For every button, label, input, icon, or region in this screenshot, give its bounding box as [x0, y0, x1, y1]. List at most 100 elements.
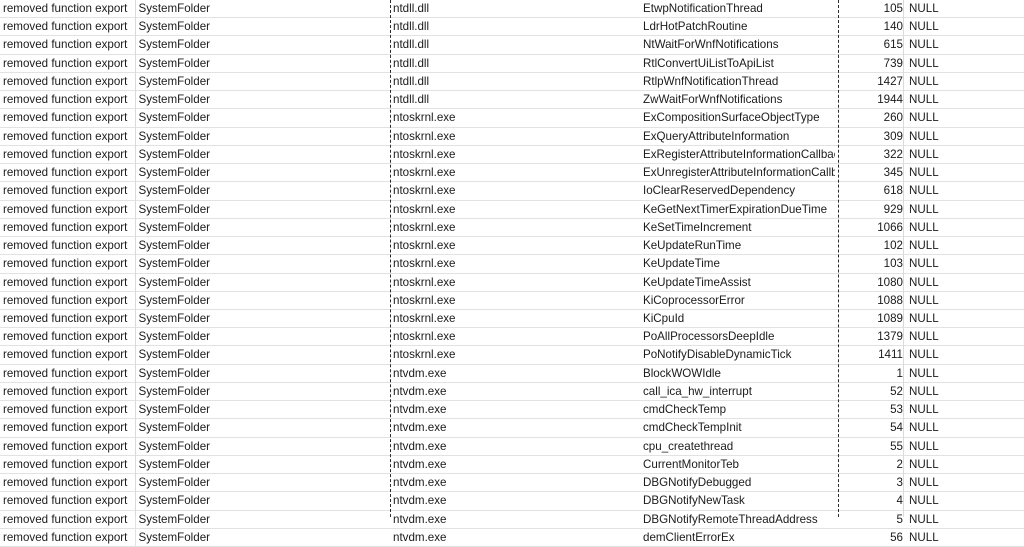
- cell-folder[interactable]: SystemFolder: [135, 327, 390, 347]
- cell-function[interactable]: PoNotifyDisableDynamicTick: [640, 345, 838, 365]
- cell-action[interactable]: removed function export: [0, 163, 136, 183]
- cell-function[interactable]: KeGetNextTimerExpirationDueTime: [640, 200, 838, 219]
- table-row[interactable]: removed function export SystemFolder ntosk…: [0, 273, 1024, 292]
- cell-function[interactable]: RtlConvertUiListToApiList: [640, 54, 838, 73]
- cell-module[interactable]: ntvdm.exe: [390, 528, 640, 547]
- table-row[interactable]: removed function export SystemFolder ntvdm…: [0, 455, 1024, 475]
- cell-action[interactable]: removed function export: [0, 0, 136, 19]
- cell-action[interactable]: removed function export: [0, 218, 136, 238]
- cell-function[interactable]: cpu_createthread: [640, 437, 838, 456]
- cell-module[interactable]: ntoskrnl.exe: [390, 327, 640, 347]
- table-row[interactable]: removed function export SystemFolder ntdll…: [0, 90, 1024, 110]
- cell-function[interactable]: DBGNotifyDebugged: [640, 473, 838, 493]
- cell-folder[interactable]: SystemFolder: [135, 35, 390, 55]
- cell-ordinal[interactable]: 309: [838, 127, 906, 146]
- cell-action[interactable]: removed function export: [0, 54, 136, 73]
- table-row[interactable]: removed function export SystemFolder ntdll…: [0, 0, 1024, 19]
- cell-action[interactable]: removed function export: [0, 309, 136, 329]
- table-row[interactable]: removed function export SystemFolder ntosk…: [0, 291, 1024, 310]
- cell-value[interactable]: NULL: [906, 437, 1024, 456]
- cell-action[interactable]: removed function export: [0, 327, 136, 347]
- cell-action[interactable]: removed function export: [0, 273, 136, 292]
- cell-function[interactable]: EtwpNotificationThread: [640, 0, 838, 19]
- cell-value[interactable]: NULL: [906, 35, 1024, 55]
- cell-value[interactable]: NULL: [906, 491, 1024, 511]
- cell-value[interactable]: NULL: [906, 273, 1024, 292]
- cell-function[interactable]: KeUpdateTimeAssist: [640, 273, 838, 292]
- cell-folder[interactable]: SystemFolder: [135, 0, 390, 19]
- cell-folder[interactable]: SystemFolder: [135, 528, 390, 547]
- cell-function[interactable]: KeUpdateRunTime: [640, 236, 838, 256]
- cell-module[interactable]: ntoskrnl.exe: [390, 273, 640, 292]
- cell-function[interactable]: RtlpWnfNotificationThread: [640, 72, 838, 92]
- cell-ordinal[interactable]: 260: [838, 108, 906, 128]
- cell-folder[interactable]: SystemFolder: [135, 309, 390, 329]
- cell-module[interactable]: ntvdm.exe: [390, 455, 640, 475]
- cell-module[interactable]: ntvdm.exe: [390, 418, 640, 438]
- cell-value[interactable]: NULL: [906, 163, 1024, 183]
- cell-ordinal[interactable]: 618: [838, 181, 906, 201]
- cell-ordinal[interactable]: 53: [838, 400, 906, 420]
- cell-folder[interactable]: SystemFolder: [135, 54, 390, 73]
- cell-function[interactable]: KeUpdateTime: [640, 254, 838, 274]
- cell-module[interactable]: ntdll.dll: [390, 90, 640, 110]
- cell-folder[interactable]: SystemFolder: [135, 510, 390, 529]
- cell-function[interactable]: LdrHotPatchRoutine: [640, 17, 838, 37]
- cell-module[interactable]: ntdll.dll: [390, 17, 640, 37]
- table-row[interactable]: removed function export SystemFolder ntosk…: [0, 145, 1024, 165]
- cell-module[interactable]: ntvdm.exe: [390, 473, 640, 493]
- cell-folder[interactable]: SystemFolder: [135, 90, 390, 110]
- table-row[interactable]: removed function export SystemFolder ntosk…: [0, 309, 1024, 329]
- cell-value[interactable]: NULL: [906, 364, 1024, 383]
- cell-ordinal[interactable]: 1066: [838, 218, 906, 238]
- table-row[interactable]: removed function export SystemFolder ntosk…: [0, 200, 1024, 219]
- cell-ordinal[interactable]: 322: [838, 145, 906, 165]
- cell-action[interactable]: removed function export: [0, 254, 136, 274]
- cell-ordinal[interactable]: 1089: [838, 309, 906, 329]
- cell-action[interactable]: removed function export: [0, 473, 136, 493]
- cell-ordinal[interactable]: 105: [838, 0, 906, 19]
- cell-module[interactable]: ntoskrnl.exe: [390, 254, 640, 274]
- cell-function[interactable]: DBGNotifyNewTask: [640, 491, 838, 511]
- cell-action[interactable]: removed function export: [0, 455, 136, 475]
- cell-ordinal[interactable]: 4: [838, 491, 906, 511]
- cell-module[interactable]: ntoskrnl.exe: [390, 218, 640, 238]
- cell-ordinal[interactable]: 103: [838, 254, 906, 274]
- cell-module[interactable]: ntvdm.exe: [390, 382, 640, 402]
- cell-folder[interactable]: SystemFolder: [135, 200, 390, 219]
- cell-folder[interactable]: SystemFolder: [135, 437, 390, 456]
- table-row[interactable]: removed function export SystemFolder ntvdm…: [0, 382, 1024, 402]
- table-row[interactable]: removed function export SystemFolder ntdll…: [0, 72, 1024, 92]
- cell-action[interactable]: removed function export: [0, 200, 136, 219]
- cell-folder[interactable]: SystemFolder: [135, 145, 390, 165]
- cell-ordinal[interactable]: 140: [838, 17, 906, 37]
- cell-action[interactable]: removed function export: [0, 127, 136, 146]
- cell-function[interactable]: KiCpuId: [640, 309, 838, 329]
- cell-module[interactable]: ntoskrnl.exe: [390, 145, 640, 165]
- cell-ordinal[interactable]: 1427: [838, 72, 906, 92]
- cell-action[interactable]: removed function export: [0, 90, 136, 110]
- cell-folder[interactable]: SystemFolder: [135, 127, 390, 146]
- cell-value[interactable]: NULL: [906, 291, 1024, 310]
- cell-function[interactable]: ExUnregisterAttributeInformationCallback: [640, 163, 838, 183]
- cell-folder[interactable]: SystemFolder: [135, 291, 390, 310]
- table-row[interactable]: removed function export SystemFolder ntvdm…: [0, 491, 1024, 511]
- cell-folder[interactable]: SystemFolder: [135, 400, 390, 420]
- cell-action[interactable]: removed function export: [0, 108, 136, 128]
- cell-module[interactable]: ntoskrnl.exe: [390, 163, 640, 183]
- cell-folder[interactable]: SystemFolder: [135, 273, 390, 292]
- cell-function[interactable]: ZwWaitForWnfNotifications: [640, 90, 838, 110]
- cell-function[interactable]: PoAllProcessorsDeepIdle: [640, 327, 838, 347]
- cell-action[interactable]: removed function export: [0, 181, 136, 201]
- cell-value[interactable]: NULL: [906, 455, 1024, 475]
- cell-folder[interactable]: SystemFolder: [135, 345, 390, 365]
- cell-ordinal[interactable]: 56: [838, 528, 906, 547]
- cell-folder[interactable]: SystemFolder: [135, 108, 390, 128]
- cell-module[interactable]: ntvdm.exe: [390, 400, 640, 420]
- cell-function[interactable]: IoClearReservedDependency: [640, 181, 838, 201]
- cell-action[interactable]: removed function export: [0, 382, 136, 402]
- cell-ordinal[interactable]: 54: [838, 418, 906, 438]
- cell-function[interactable]: cmdCheckTempInit: [640, 418, 838, 438]
- table-row[interactable]: removed function export SystemFolder ntosk…: [0, 236, 1024, 256]
- table-row[interactable]: removed function export SystemFolder ntvdm…: [0, 473, 1024, 493]
